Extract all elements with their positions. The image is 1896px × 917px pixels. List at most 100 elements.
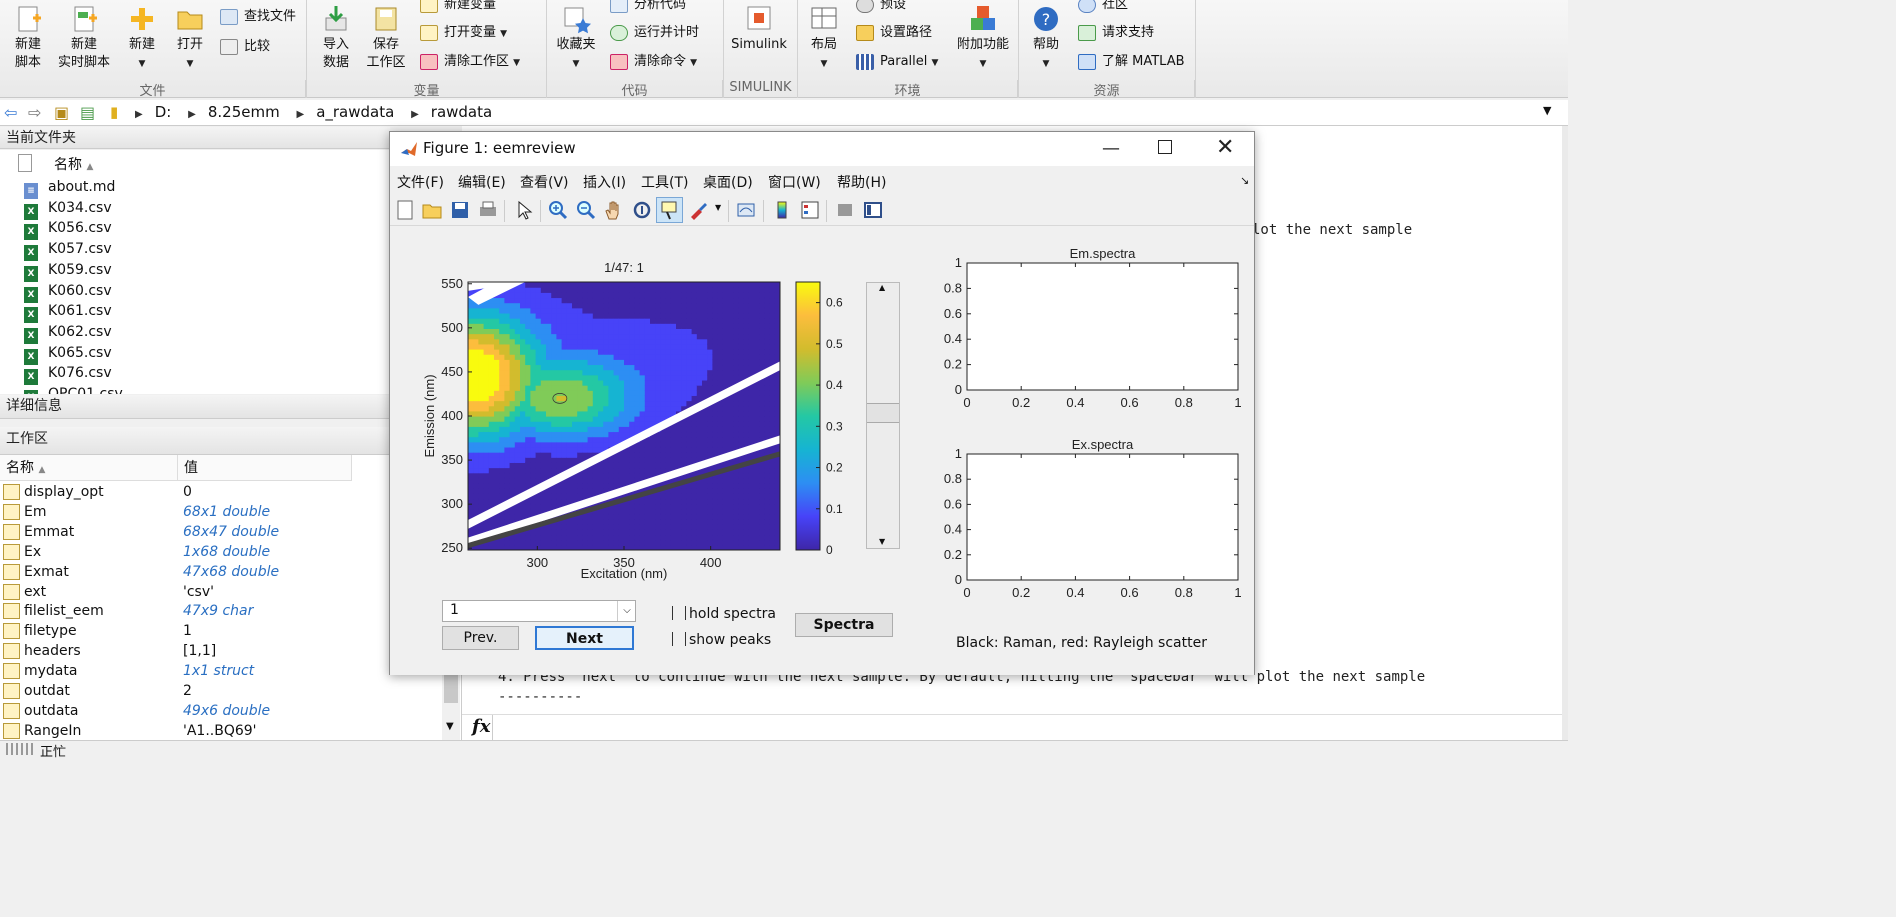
- address-dropdown-icon[interactable]: ▼: [1543, 104, 1551, 117]
- new-live-script-button[interactable]: 新建 实时脚本: [56, 4, 112, 72]
- data-cursor-icon[interactable]: [659, 199, 681, 221]
- preferences-button[interactable]: 预设: [856, 0, 906, 16]
- workspace-variable-row[interactable]: headers [1,1]: [0, 641, 445, 661]
- minimize-button[interactable]: —: [1102, 138, 1120, 159]
- workspace-variable-row[interactable]: RangeIn 'A1..BQ69': [0, 721, 445, 740]
- sample-slider[interactable]: ▲ ▼: [866, 282, 900, 549]
- new-variable-button[interactable]: 新建变量: [420, 0, 496, 16]
- learn-matlab-button[interactable]: 了解 MATLAB: [1078, 51, 1185, 73]
- path-segment[interactable]: 8.25emm: [208, 103, 280, 121]
- file-list-item[interactable]: X K065.csv: [24, 343, 112, 365]
- up-folder-icon[interactable]: ▣: [54, 103, 69, 122]
- hide-plot-tools-icon[interactable]: [834, 199, 856, 221]
- menu-file[interactable]: 文件(F): [397, 172, 444, 192]
- chevron-down-icon[interactable]: ⌵: [617, 601, 636, 621]
- workspace-name-header[interactable]: 名称 ▲: [0, 455, 178, 481]
- chevron-down-icon[interactable]: ▼: [446, 721, 454, 732]
- analyze-code-button[interactable]: 分析代码: [610, 0, 686, 16]
- menu-view[interactable]: 查看(V): [520, 172, 569, 192]
- figure-titlebar[interactable]: Figure 1: eemreview — ✕: [390, 132, 1254, 166]
- new-figure-icon[interactable]: [394, 199, 416, 221]
- workspace-value-header[interactable]: 值: [178, 455, 352, 481]
- file-list-item[interactable]: X K056.csv: [24, 218, 112, 241]
- open-button[interactable]: 打开 ▼: [170, 4, 210, 73]
- menu-edit[interactable]: 编辑(E): [458, 172, 506, 192]
- compare-button[interactable]: 比较: [220, 36, 270, 58]
- menu-window[interactable]: 窗口(W): [768, 172, 821, 192]
- name-column-header[interactable]: 名称 ▲: [54, 154, 93, 174]
- file-list-item[interactable]: XOPC01.csv: [24, 384, 123, 394]
- path-breadcrumb[interactable]: ▮ ▶ D: ▶ 8.25emm ▶ a_rawdata ▶ rawdata: [110, 103, 504, 121]
- menu-tools[interactable]: 工具(T): [641, 172, 688, 192]
- open-file-icon[interactable]: [421, 199, 443, 221]
- file-list-item[interactable]: X K060.csv: [24, 281, 112, 303]
- workspace-variable-row[interactable]: Ex 1x68 double: [0, 542, 445, 562]
- pointer-icon[interactable]: [513, 199, 535, 221]
- find-files-button[interactable]: 查找文件: [220, 6, 296, 28]
- open-variable-button[interactable]: 打开变量 ▼: [420, 22, 507, 44]
- parallel-button[interactable]: Parallel ▼: [856, 51, 938, 73]
- colorbar-icon[interactable]: [771, 199, 793, 221]
- browse-folder-icon[interactable]: ▤: [80, 103, 95, 122]
- import-data-button[interactable]: 导入 数据: [314, 4, 358, 72]
- save-icon[interactable]: [449, 199, 471, 221]
- layout-button[interactable]: 布局 ▼: [804, 4, 844, 73]
- back-arrow-icon[interactable]: ⇦: [4, 103, 17, 122]
- file-list-item[interactable]: X K076.csv: [24, 363, 112, 386]
- workspace-variable-row[interactable]: Em 68x1 double: [0, 502, 445, 522]
- file-list-item[interactable]: X K061.csv: [24, 301, 112, 324]
- command-prompt[interactable]: fx: [462, 714, 1562, 741]
- spectra-button[interactable]: Spectra: [795, 613, 893, 637]
- zoom-out-icon[interactable]: [575, 199, 597, 221]
- workspace-variable-row[interactable]: outdat 2: [0, 681, 445, 701]
- chevron-down-icon[interactable]: ▼: [879, 537, 885, 546]
- path-segment[interactable]: D:: [155, 103, 172, 121]
- show-plot-tools-icon[interactable]: [862, 199, 884, 221]
- request-support-button[interactable]: 请求支持: [1078, 22, 1154, 44]
- file-list-item[interactable]: X K062.csv: [24, 322, 112, 344]
- slider-thumb[interactable]: [867, 403, 899, 423]
- file-list-item[interactable]: X K059.csv: [24, 260, 112, 282]
- new-script-button[interactable]: 新建 脚本: [6, 4, 50, 72]
- command-scrollbar[interactable]: [1562, 126, 1568, 740]
- sample-popup[interactable]: 1 ⌵: [442, 600, 636, 622]
- dock-arrow-icon[interactable]: ↘: [1240, 174, 1249, 187]
- run-and-time-button[interactable]: 运行并计时: [610, 22, 699, 44]
- rotate-3d-icon[interactable]: [631, 199, 653, 221]
- menu-help[interactable]: 帮助(H): [837, 172, 886, 192]
- community-button[interactable]: 社区: [1078, 0, 1128, 16]
- legend-icon[interactable]: [799, 199, 821, 221]
- forward-arrow-icon[interactable]: ⇨: [28, 103, 41, 122]
- help-button[interactable]: ? 帮助 ▼: [1026, 4, 1066, 73]
- close-button[interactable]: ✕: [1216, 135, 1234, 160]
- workspace-variable-row[interactable]: Emmat 68x47 double: [0, 522, 445, 542]
- set-path-button[interactable]: 设置路径: [856, 22, 932, 44]
- link-plot-icon[interactable]: [735, 199, 757, 221]
- brush-icon[interactable]: [687, 199, 709, 221]
- new-button[interactable]: 新建 ▼: [122, 4, 162, 73]
- path-segment[interactable]: rawdata: [431, 103, 492, 121]
- workspace-variable-row[interactable]: display_opt 0: [0, 482, 445, 502]
- menu-insert[interactable]: 插入(I): [583, 172, 626, 192]
- clear-commands-button[interactable]: 清除命令 ▼: [610, 51, 697, 73]
- addons-button[interactable]: 附加功能 ▼: [952, 4, 1014, 73]
- next-button[interactable]: Next: [535, 626, 634, 650]
- pan-hand-icon[interactable]: [603, 199, 625, 221]
- workspace-variable-row[interactable]: ext'csv': [0, 582, 445, 602]
- maximize-button[interactable]: [1158, 140, 1172, 154]
- simulink-button[interactable]: Simulink: [728, 4, 790, 54]
- show-peaks-checkbox[interactable]: show peaks: [672, 632, 771, 648]
- chevron-up-icon[interactable]: ▲: [879, 283, 885, 292]
- workspace-variable-row[interactable]: mydata 1x1 struct: [0, 661, 445, 681]
- workspace-variable-row[interactable]: Exmat 47x68 double: [0, 562, 445, 582]
- file-list-item[interactable]: X K034.csv: [24, 198, 112, 220]
- workspace-variable-row[interactable]: outdata 49x6 double: [0, 701, 445, 721]
- hold-spectra-checkbox[interactable]: hold spectra: [672, 606, 776, 622]
- zoom-in-icon[interactable]: [547, 199, 569, 221]
- file-list-item[interactable]: X K057.csv: [24, 239, 112, 262]
- workspace-variable-row[interactable]: filelist_eem 47x9 char: [0, 601, 445, 621]
- file-list-item[interactable]: ≡ about.md: [24, 177, 115, 199]
- favorites-button[interactable]: 收藏夹 ▼: [552, 4, 600, 73]
- chevron-down-icon[interactable]: ▼: [715, 203, 721, 212]
- prev-button[interactable]: Prev.: [442, 626, 519, 650]
